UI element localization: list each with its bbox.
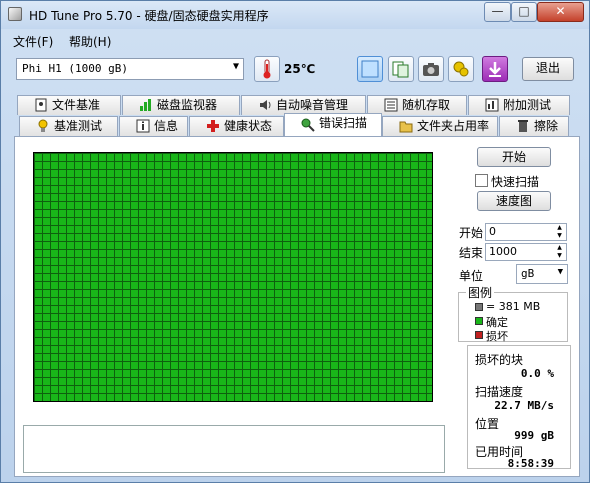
camera-icon[interactable] bbox=[418, 56, 444, 82]
tab-file-benchmark[interactable]: 文件基准 bbox=[17, 95, 121, 115]
tab-label: 随机存取 bbox=[402, 98, 451, 112]
speaker-icon bbox=[258, 98, 272, 112]
unit-label: 单位 bbox=[459, 269, 484, 283]
tab-folder-usage[interactable]: 文件夹占用率 bbox=[382, 116, 498, 136]
tab-info[interactable]: 信息 bbox=[119, 116, 188, 136]
menu-file[interactable]: 文件(F) bbox=[13, 33, 53, 50]
tab-benchmark[interactable]: 基准测试 bbox=[19, 116, 118, 136]
tab-label: 磁盘监视器 bbox=[157, 98, 218, 112]
chart-icon bbox=[139, 98, 153, 112]
position-label: 位置 bbox=[475, 417, 500, 431]
tab-label: 健康状态 bbox=[224, 119, 273, 133]
tab-error-scan[interactable]: 错误扫描 bbox=[284, 113, 382, 136]
maximize-button[interactable]: □ bbox=[511, 2, 537, 22]
damaged-blocks-label: 损坏的块 bbox=[475, 353, 524, 367]
minimize-button[interactable]: — bbox=[484, 2, 511, 22]
spin-up-icon[interactable]: ▲ bbox=[553, 244, 566, 252]
scan-block-map bbox=[33, 152, 433, 402]
close-button[interactable]: ✕ bbox=[537, 2, 584, 22]
tab-label: 错误扫描 bbox=[319, 116, 368, 130]
drive-select-value: Phi H1 (1000 gB) bbox=[22, 62, 128, 75]
legend-block-size: = 381 MB bbox=[486, 300, 541, 313]
chevron-down-icon: ▼ bbox=[232, 61, 239, 72]
legend-title: 图例 bbox=[466, 284, 495, 301]
file-benchmark-icon bbox=[34, 98, 48, 112]
tab-label: 擦除 bbox=[534, 119, 559, 133]
app-icon bbox=[8, 7, 22, 21]
magnifier-icon bbox=[301, 118, 315, 132]
toolbar: Phi H1 (1000 gB) ▼ 25℃ 退出 bbox=[2, 53, 588, 87]
tab-aam[interactable]: 自动噪音管理 bbox=[241, 95, 366, 115]
menu-bar: 文件(F) 帮助(H) bbox=[2, 30, 588, 50]
error-scan-panel: 开始 快速扫描 速度图 开始 0 ▲ ▼ 结束 1000 ▲ ▼ 单位 gB ▼… bbox=[14, 136, 580, 477]
spin-down-icon[interactable]: ▼ bbox=[553, 252, 566, 260]
position-value: 999 gB bbox=[514, 429, 554, 442]
end-field-label: 结束 bbox=[459, 246, 484, 260]
chevron-down-icon: ▼ bbox=[557, 267, 563, 277]
tab-erase[interactable]: 擦除 bbox=[499, 116, 569, 136]
drive-select[interactable]: Phi H1 (1000 gB) ▼ bbox=[16, 58, 244, 80]
quick-scan-label: 快速扫描 bbox=[491, 175, 540, 189]
quick-scan-checkbox[interactable] bbox=[475, 174, 488, 187]
tab-label: 自动噪音管理 bbox=[276, 98, 349, 112]
tab-extra-tests[interactable]: 附加测试 bbox=[468, 95, 570, 115]
menu-help[interactable]: 帮助(H) bbox=[69, 33, 111, 50]
info-icon bbox=[136, 119, 150, 133]
scan-speed-value: 22.7 MB/s bbox=[494, 399, 554, 412]
title-bar[interactable]: HD Tune Pro 5.70 - 硬盘/固态硬盘实用程序 — □ ✕ bbox=[1, 1, 589, 29]
start-value: 0 bbox=[489, 225, 496, 238]
damaged-blocks-value: 0.0 % bbox=[520, 367, 554, 380]
tab-label: 文件夹占用率 bbox=[417, 119, 490, 133]
log-area[interactable] bbox=[23, 425, 445, 473]
scan-speed-label: 扫描速度 bbox=[475, 385, 524, 399]
tab-label: 附加测试 bbox=[503, 98, 552, 112]
spin-down-icon[interactable]: ▼ bbox=[553, 232, 566, 240]
settings-icon[interactable] bbox=[448, 56, 474, 82]
window-title: HD Tune Pro 5.70 - 硬盘/固态硬盘实用程序 bbox=[29, 9, 269, 23]
exit-button[interactable]: 退出 bbox=[522, 57, 574, 81]
legend-block-swatch bbox=[475, 303, 483, 311]
end-value: 1000 bbox=[489, 245, 517, 258]
legend-damaged-swatch bbox=[475, 331, 483, 339]
end-spinbox[interactable]: 1000 ▲ ▼ bbox=[485, 243, 567, 261]
tab-label: 信息 bbox=[154, 119, 179, 133]
start-spinbox[interactable]: 0 ▲ ▼ bbox=[485, 223, 567, 241]
tab-label: 基准测试 bbox=[54, 119, 103, 133]
speed-map-button[interactable]: 速度图 bbox=[477, 191, 551, 211]
save-screen-icon[interactable] bbox=[357, 56, 383, 82]
tab-random-access[interactable]: 随机存取 bbox=[367, 95, 467, 115]
copy-icon[interactable] bbox=[388, 56, 414, 82]
download-icon[interactable] bbox=[482, 56, 508, 82]
thermometer-icon[interactable] bbox=[254, 56, 280, 82]
health-cross-icon bbox=[206, 119, 220, 133]
lightbulb-icon bbox=[36, 119, 50, 133]
tab-label: 文件基准 bbox=[52, 98, 101, 112]
legend-damaged-label: 损坏 bbox=[486, 330, 508, 343]
tab-disk-monitor[interactable]: 磁盘监视器 bbox=[122, 95, 240, 115]
folder-icon bbox=[399, 119, 413, 133]
extra-tests-icon bbox=[485, 98, 499, 112]
app-window: HD Tune Pro 5.70 - 硬盘/固态硬盘实用程序 — □ ✕ 文件(… bbox=[0, 0, 590, 483]
legend-ok-swatch bbox=[475, 317, 483, 325]
tab-health[interactable]: 健康状态 bbox=[189, 116, 284, 136]
random-access-icon bbox=[384, 98, 398, 112]
start-scan-button[interactable]: 开始 bbox=[477, 147, 551, 167]
spin-up-icon[interactable]: ▲ bbox=[553, 224, 566, 232]
temperature-value: 25℃ bbox=[284, 62, 316, 76]
trash-icon bbox=[516, 119, 530, 133]
start-field-label: 开始 bbox=[459, 226, 484, 240]
unit-value: gB bbox=[521, 267, 535, 280]
elapsed-time-value: 8:58:39 bbox=[507, 457, 554, 470]
unit-select[interactable]: gB ▼ bbox=[516, 264, 568, 284]
